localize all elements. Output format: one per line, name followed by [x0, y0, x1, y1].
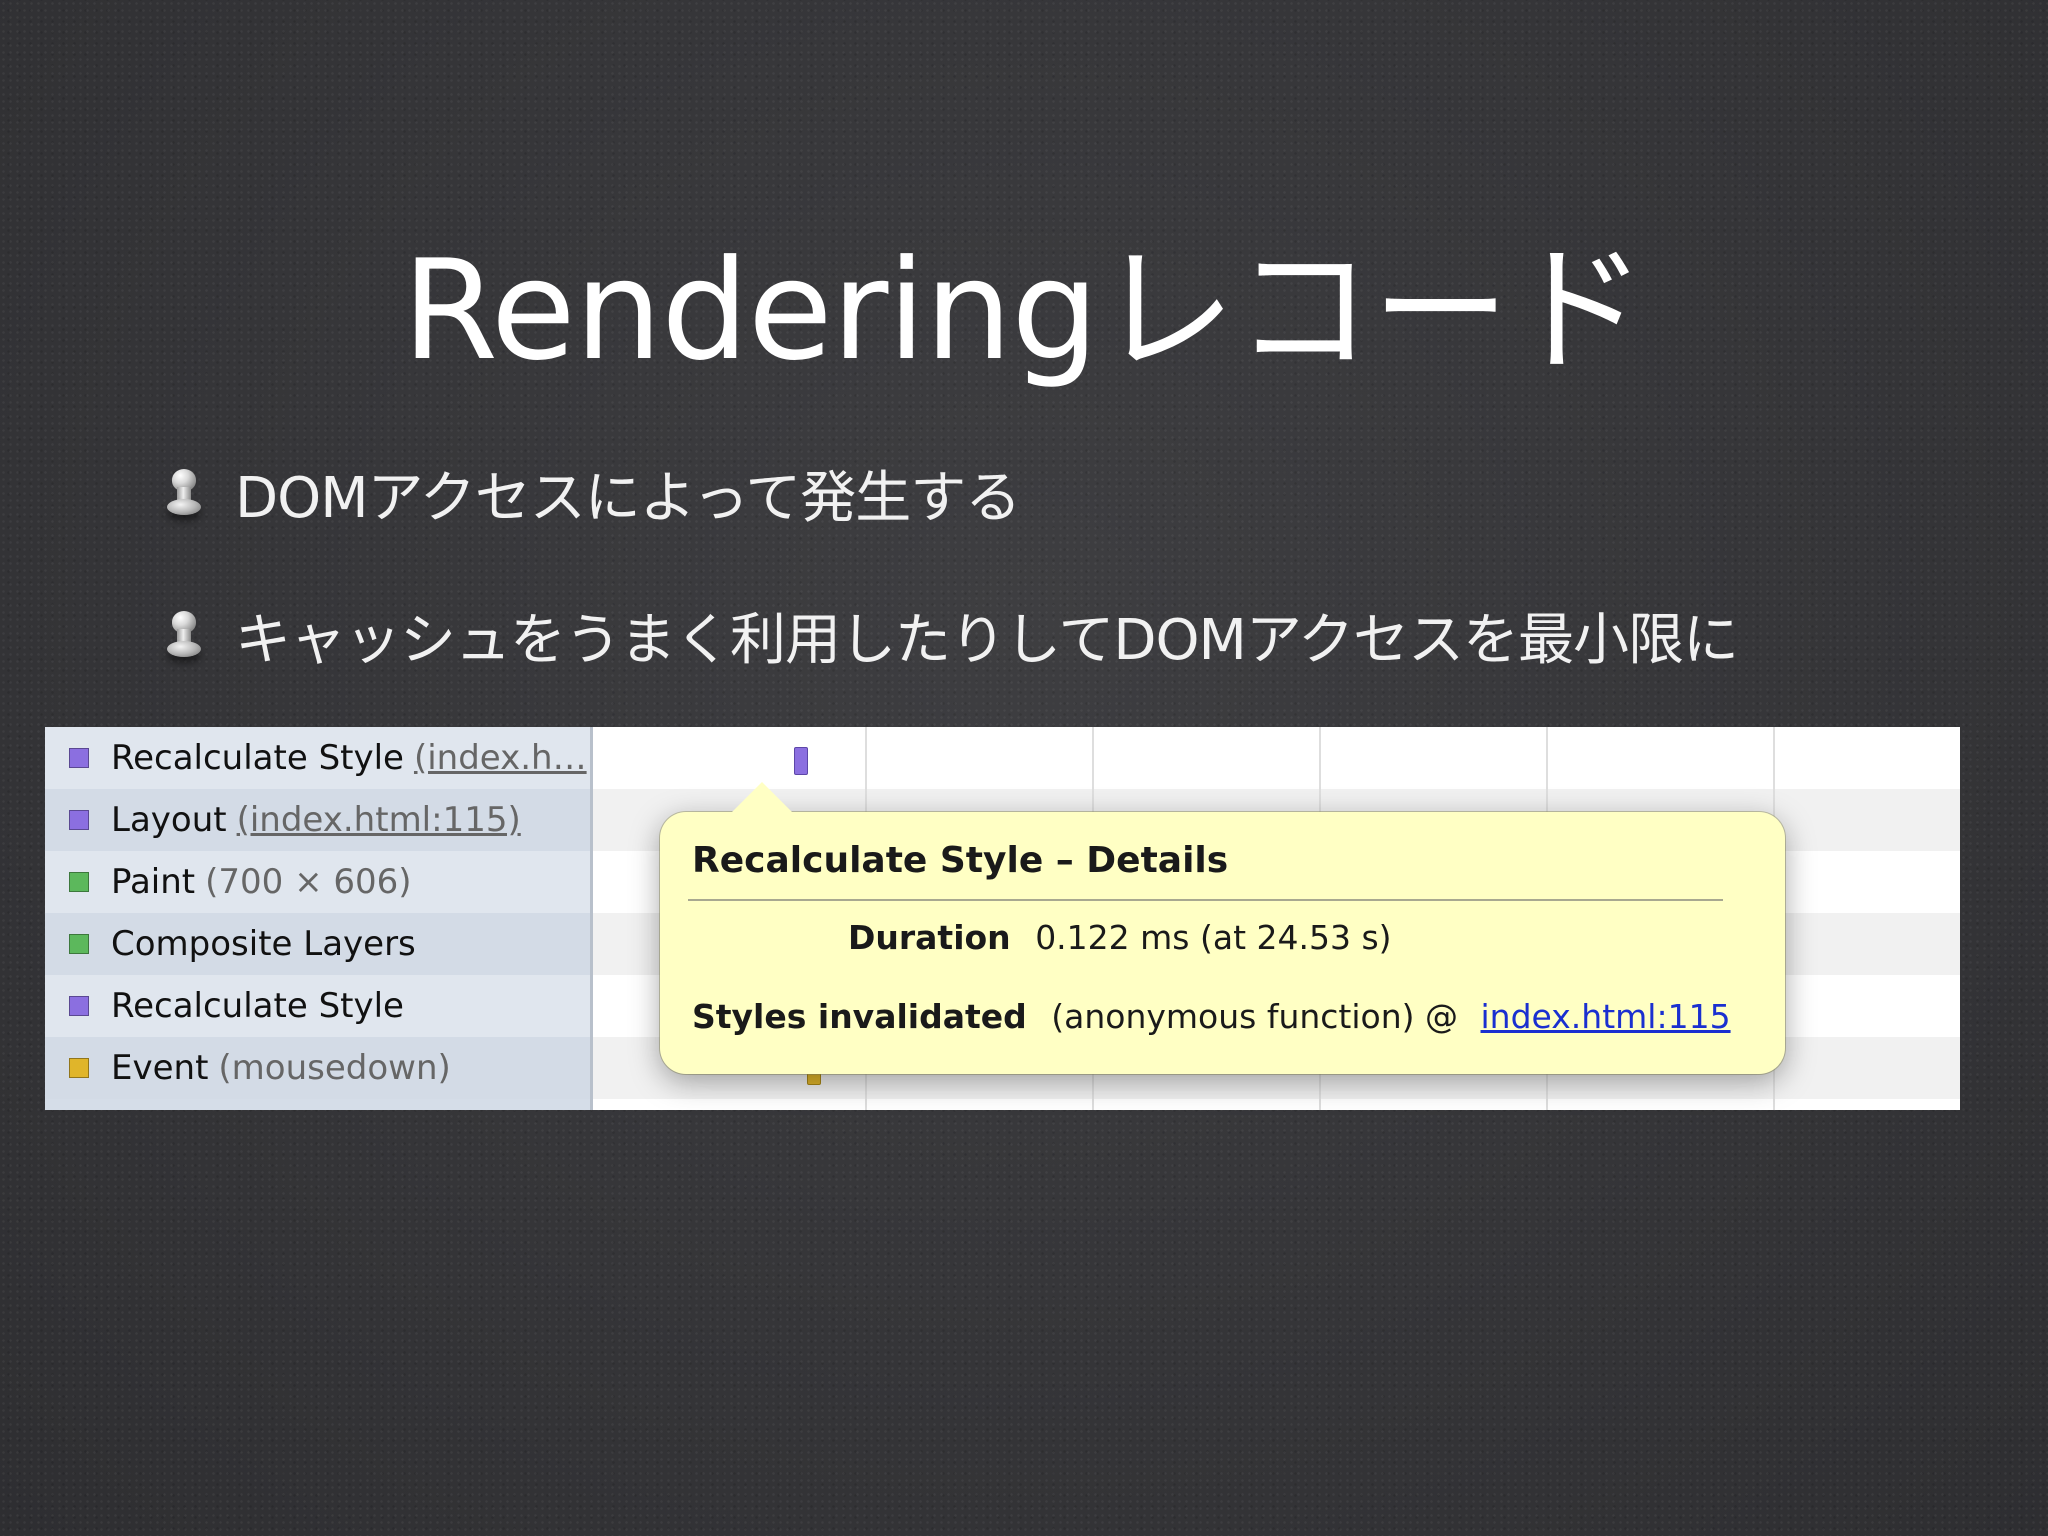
source-link[interactable]: index.html:115	[1481, 997, 1731, 1036]
record-name: Event	[111, 1048, 209, 1088]
record-detail: (700 × 606)	[205, 862, 412, 902]
record-row-recalculate-style-2[interactable]: Recalculate Style	[45, 975, 590, 1037]
bullet-text: キャッシュをうまく利用したりしてDOMアクセスを最小限に	[235, 607, 1739, 673]
record-source-link[interactable]: (index.html:115)	[237, 800, 521, 840]
purple-square-icon	[69, 748, 89, 768]
record-name: Recalculate Style	[111, 738, 404, 778]
green-square-icon	[69, 934, 89, 954]
duration-row: Duration 0.122 ms (at 24.53 s)	[848, 918, 1392, 957]
tooltip-divider	[688, 899, 1723, 901]
recalculate-style-bar[interactable]	[794, 747, 808, 775]
record-name: Recalculate Style	[111, 986, 404, 1026]
bullet-item: DOMアクセスによって発生する	[165, 453, 1021, 533]
pushpin-icon	[165, 465, 213, 521]
duration-label: Duration	[848, 918, 1011, 957]
slide-title: Renderingレコード	[402, 230, 1647, 392]
record-detail: (mousedown)	[218, 1048, 451, 1088]
purple-square-icon	[69, 996, 89, 1016]
record-row-layout[interactable]: Layout (index.html:115)	[45, 789, 590, 851]
green-square-icon	[69, 872, 89, 892]
record-row-paint[interactable]: Paint (700 × 606)	[45, 851, 590, 913]
tooltip-title: Recalculate Style – Details	[692, 840, 1229, 881]
record-name: Composite Layers	[111, 924, 416, 964]
yellow-square-icon	[69, 1058, 89, 1078]
pushpin-icon	[165, 607, 213, 663]
styles-invalidated-row: Styles invalidated (anonymous function) …	[692, 997, 1731, 1036]
details-tooltip: Recalculate Style – Details Duration 0.1…	[660, 782, 1785, 1074]
record-row-composite-layers[interactable]: Composite Layers	[45, 913, 590, 975]
record-source-link[interactable]: (index.h…	[414, 738, 587, 778]
record-row-recalculate-style[interactable]: Recalculate Style (index.h…	[45, 727, 590, 789]
bullet-item: キャッシュをうまく利用したりしてDOMアクセスを最小限に	[165, 595, 1739, 675]
record-row-event[interactable]: Event (mousedown)	[45, 1037, 590, 1099]
purple-square-icon	[69, 810, 89, 830]
duration-value: 0.122 ms (at 24.53 s)	[1035, 918, 1392, 957]
styles-invalidated-value: (anonymous function) @	[1051, 997, 1459, 1036]
records-list: Recalculate Style (index.h… Layout (inde…	[45, 727, 593, 1110]
record-name: Paint	[111, 862, 196, 902]
record-name: Layout	[111, 800, 227, 840]
styles-invalidated-label: Styles invalidated	[692, 997, 1027, 1036]
bullet-text: DOMアクセスによって発生する	[235, 465, 1021, 531]
